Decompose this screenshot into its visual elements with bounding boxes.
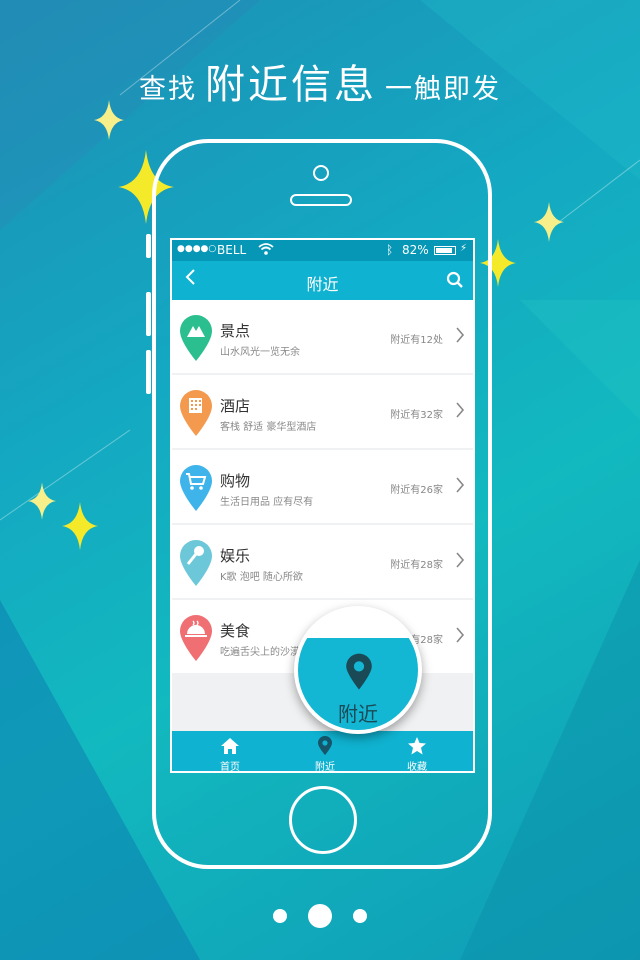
item-title: 娱乐 xyxy=(220,547,251,565)
status-bar: ●●●●○ BELL ᛒ 82% ⚡ xyxy=(172,240,473,261)
item-count: 附近有28家 xyxy=(390,560,443,571)
charging-icon: ⚡ xyxy=(460,243,468,254)
chevron-right-icon xyxy=(456,627,465,643)
item-count: 附近有26家 xyxy=(390,485,443,496)
tab-home[interactable]: 首页 xyxy=(180,731,280,773)
microphone-icon xyxy=(180,540,212,586)
tab-nearby[interactable]: 附近 xyxy=(275,731,375,773)
battery-icon xyxy=(434,246,456,255)
search-button[interactable] xyxy=(446,271,464,293)
mountain-icon xyxy=(180,315,212,361)
sparkle-icon xyxy=(534,202,564,242)
item-title: 酒店 xyxy=(220,397,251,415)
list-item-shopping[interactable]: 购物 生活日用品 应有尽有 附近有26家 xyxy=(172,450,473,523)
item-subtitle: 吃遍舌尖上的沙漠 xyxy=(220,647,300,658)
location-pin-icon xyxy=(346,653,372,690)
page-title: 附近 xyxy=(306,275,339,294)
battery-percent: 82% xyxy=(402,243,429,257)
item-subtitle: 客栈 舒适 豪华型酒店 xyxy=(220,422,317,433)
item-subtitle: 山水风光一览无余 xyxy=(220,347,300,358)
phone-side-button xyxy=(146,292,151,336)
cart-icon xyxy=(180,465,212,511)
tab-label: 首页 xyxy=(220,762,240,773)
list-item-entertainment[interactable]: 娱乐 K歌 泡吧 随心所欲 附近有28家 xyxy=(172,525,473,598)
sparkle-icon xyxy=(28,482,56,520)
tab-label: 附近 xyxy=(315,762,335,773)
chevron-right-icon xyxy=(456,552,465,568)
signal-icon: ●●●●○ xyxy=(177,244,217,254)
headline-part2: 附近信息 xyxy=(205,62,377,108)
phone-side-button xyxy=(146,234,151,258)
item-subtitle: K歌 泡吧 随心所欲 xyxy=(220,572,303,583)
search-icon xyxy=(446,271,463,288)
bluetooth-icon: ᛒ xyxy=(386,243,394,257)
food-dish-icon xyxy=(180,615,212,661)
sparkle-icon xyxy=(62,502,98,550)
star-icon xyxy=(408,737,426,755)
nearby-magnifier-bubble[interactable]: 附近 xyxy=(294,606,422,734)
phone-side-button xyxy=(146,350,151,394)
item-title: 购物 xyxy=(220,472,251,490)
item-subtitle: 生活日用品 应有尽有 xyxy=(220,497,314,508)
tab-bar: 首页 附近 收藏 xyxy=(172,731,473,773)
page-dot[interactable] xyxy=(353,909,367,923)
item-count: 附近有32家 xyxy=(390,410,443,421)
sparkle-icon xyxy=(94,100,124,140)
chevron-right-icon xyxy=(456,477,465,493)
chevron-right-icon xyxy=(456,402,465,418)
carrier-label: BELL xyxy=(217,243,247,257)
bubble-label: 附近 xyxy=(338,702,378,726)
building-icon xyxy=(180,390,212,436)
wifi-icon xyxy=(258,243,274,255)
item-title: 景点 xyxy=(220,322,251,340)
phone-camera xyxy=(313,165,329,181)
page-dot[interactable] xyxy=(273,909,287,923)
home-icon xyxy=(221,738,239,754)
item-count: 附近有12处 xyxy=(390,335,443,346)
chevron-right-icon xyxy=(456,327,465,343)
bubble-top xyxy=(298,610,418,638)
tab-label: 收藏 xyxy=(407,762,427,773)
phone-home-button xyxy=(289,786,357,854)
location-pin-icon xyxy=(318,736,332,755)
page-dot-active[interactable] xyxy=(308,904,332,928)
list-item-hotel[interactable]: 酒店 客栈 舒适 豪华型酒店 附近有32家 xyxy=(172,375,473,448)
list-item-scenic[interactable]: 景点 山水风光一览无余 附近有12处 xyxy=(172,300,473,373)
tab-favorites[interactable]: 收藏 xyxy=(367,731,467,773)
nav-bar: 附近 xyxy=(172,261,473,300)
item-title: 美食 xyxy=(220,622,251,640)
headline-part3: 一触即发 xyxy=(385,74,501,105)
phone-speaker xyxy=(290,194,352,206)
headline-part1: 查找 xyxy=(139,74,197,105)
